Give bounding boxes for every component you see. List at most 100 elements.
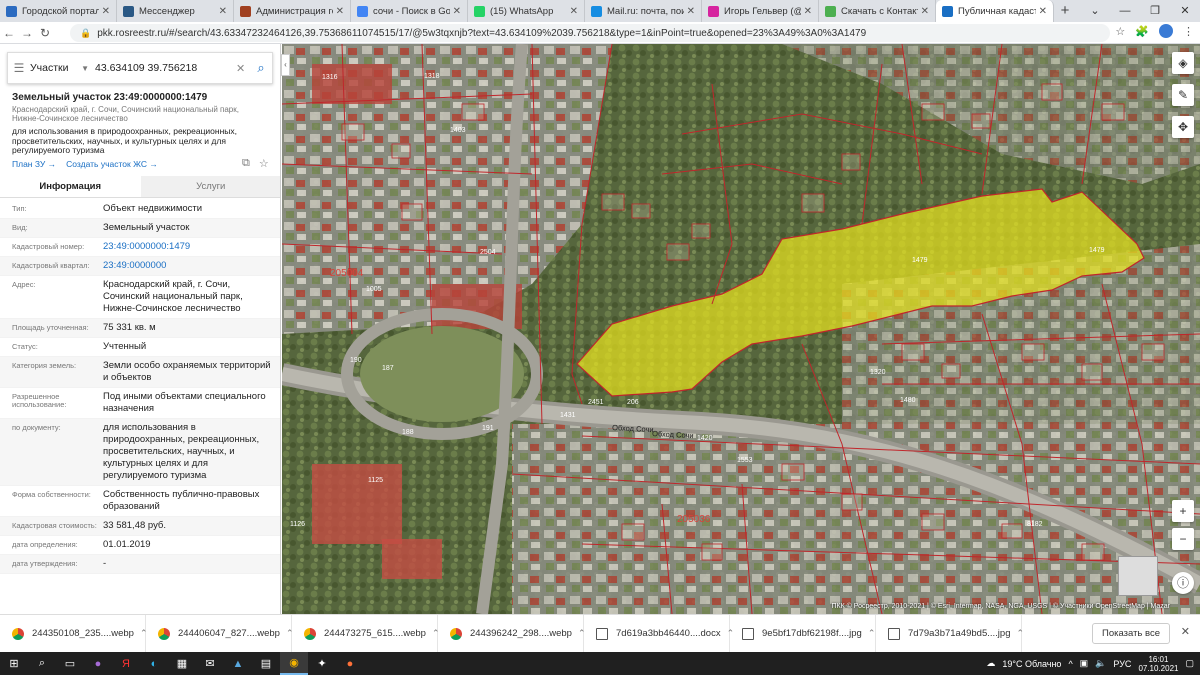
extension-icon[interactable]: 🧩: [1135, 25, 1149, 38]
search-input[interactable]: [95, 62, 236, 74]
clock-date: 07.10.2021: [1138, 663, 1179, 673]
info-row-value: Земли особо охраняемых территорий и объе…: [103, 360, 271, 383]
yandex-icon[interactable]: Я: [112, 652, 140, 675]
browser-tab[interactable]: Публичная кадастр ✕: [936, 0, 1054, 22]
tab-services[interactable]: Услуги: [140, 176, 280, 197]
browser-tab[interactable]: сочи - Поиск в Googl✕: [351, 0, 468, 22]
download-item[interactable]: 7d79a3b71a49bd5....jpg ⌃: [876, 614, 1025, 653]
info-row: Адрес: Краснодарский край, г. Сочи, Сочин…: [0, 276, 280, 319]
info-row-label: Адрес:: [12, 280, 36, 289]
language-indicator[interactable]: РУС: [1113, 659, 1131, 669]
profile-avatar[interactable]: [1159, 24, 1173, 38]
volume-icon[interactable]: 🔈: [1095, 658, 1106, 669]
info-row: Тип: Объект недвижимости: [0, 200, 280, 219]
address-field[interactable]: 🔒 pkk.rosreestr.ru/#/search/43.633472324…: [70, 24, 1110, 42]
instagram-icon: [708, 5, 719, 17]
close-tab-icon[interactable]: ✕: [570, 6, 578, 17]
tab-information[interactable]: Информация: [0, 176, 141, 197]
notepad-icon[interactable]: ▤: [252, 652, 280, 675]
download-item[interactable]: 244473275_615....webp ⌃: [292, 614, 440, 653]
close-tab-icon[interactable]: ✕: [219, 6, 227, 17]
tab-title: Городской портал Со: [22, 5, 99, 17]
tray-arrow-icon[interactable]: ^: [1068, 659, 1072, 669]
close-tab-icon[interactable]: ✕: [687, 6, 695, 17]
task-view-icon[interactable]: ▭: [56, 652, 84, 675]
minimap[interactable]: [1118, 556, 1158, 596]
clear-icon[interactable]: ✕: [236, 62, 250, 75]
info-row-value: Объект недвижимости: [103, 203, 203, 214]
show-all-downloads-button[interactable]: Показать все: [1092, 623, 1170, 644]
info-icon[interactable]: ⓘ: [1172, 572, 1194, 594]
zoom-out-button[interactable]: −: [1172, 528, 1194, 550]
tab-search-icon[interactable]: ⌄: [1080, 0, 1110, 22]
download-item[interactable]: 244406047_827....webp ⌃: [146, 614, 294, 653]
cadastral-map[interactable]: 1479 1479 187 188 190 191 1431 2451 206 …: [282, 44, 1200, 614]
download-item[interactable]: 9e5bf17dbf62198f....jpg ⌃: [730, 614, 876, 653]
plan-link[interactable]: План ЗУ →: [12, 159, 56, 169]
info-row-label: дата утверждения:: [12, 559, 78, 568]
browser-tab[interactable]: Администрация горо✕: [234, 0, 351, 22]
close-tab-icon[interactable]: ✕: [921, 6, 929, 17]
mail-taskbar-icon[interactable]: ✉: [196, 652, 224, 675]
tools-icon[interactable]: ✦: [308, 652, 336, 675]
chevron-up-icon[interactable]: ⌃: [1017, 628, 1025, 639]
lock-icon[interactable]: 🔒: [80, 28, 91, 39]
browser-tab[interactable]: Мессенджер ✕: [117, 0, 234, 22]
info-row: Категория земель: Земли особо охраняемых …: [0, 357, 280, 388]
close-downloads-icon[interactable]: ✕: [1181, 625, 1190, 638]
search-icon[interactable]: ⌕: [250, 60, 272, 76]
location-icon[interactable]: ✥: [1172, 116, 1194, 138]
map-canvas[interactable]: 1479 1479 187 188 190 191 1431 2451 206 …: [282, 44, 1200, 614]
app-icon[interactable]: ●: [84, 652, 112, 675]
info-table: Тип: Объект недвижимости Вид: Земельный уча…: [0, 200, 280, 574]
browser-tab[interactable]: (15) WhatsApp ✕: [468, 0, 585, 22]
tab-title: Скачать с Контакта, К: [841, 5, 918, 17]
download-item[interactable]: 7d619a3bb46440....docx ⌃: [584, 614, 734, 653]
network-icon[interactable]: ▣: [1080, 658, 1089, 669]
clock[interactable]: 16:01 07.10.2021: [1138, 655, 1178, 673]
minimize-icon[interactable]: —: [1110, 0, 1140, 22]
browser-tab[interactable]: Игорь Гельвер (@igo✕: [702, 0, 819, 22]
favorite-star-icon[interactable]: ☆: [259, 157, 269, 170]
chevron-up-icon[interactable]: ⌃: [868, 628, 876, 639]
chrome-file-icon: [304, 627, 316, 640]
new-tab-button[interactable]: +: [1054, 0, 1076, 22]
search-type-select[interactable]: Участки ▼: [30, 62, 95, 74]
store-icon[interactable]: ▦: [168, 652, 196, 675]
close-tab-icon[interactable]: ✕: [453, 6, 461, 17]
photos-icon[interactable]: ▲: [224, 652, 252, 675]
close-window-icon[interactable]: ✕: [1170, 0, 1200, 22]
weather-text[interactable]: 19°C Облачно: [1002, 659, 1061, 669]
menu-icon[interactable]: ☰: [8, 61, 30, 75]
browser-tab[interactable]: Городской портал Со✕: [0, 0, 117, 22]
ruler-icon[interactable]: ✎: [1172, 84, 1194, 106]
reload-icon[interactable]: ↻: [36, 26, 54, 40]
info-row-value[interactable]: 23:49:0000000:1479: [103, 241, 280, 253]
close-tab-icon[interactable]: ✕: [102, 6, 110, 17]
bookmark-star-icon[interactable]: ☆: [1115, 25, 1125, 38]
create-parcel-link[interactable]: Создать участок ЖС →: [66, 159, 158, 169]
info-row-value[interactable]: 23:49:0000000: [103, 260, 280, 272]
zoom-in-button[interactable]: +: [1172, 500, 1194, 522]
download-item[interactable]: 244396242_298....webp ⌃: [438, 614, 586, 653]
notifications-icon[interactable]: ▢: [1185, 658, 1194, 669]
info-row: Кадастровая стоимость: 33 581,48 руб.: [0, 517, 280, 536]
search-taskbar-icon[interactable]: ⌕: [28, 652, 56, 675]
chrome-taskbar-icon[interactable]: ◉: [280, 652, 308, 675]
windows-start-icon[interactable]: ⊞: [0, 652, 28, 675]
layers-icon[interactable]: ◈: [1172, 52, 1194, 74]
close-tab-icon[interactable]: ✕: [336, 6, 344, 17]
download-item[interactable]: 244350108_235....webp ⌃: [0, 614, 148, 653]
close-tab-icon[interactable]: ✕: [1039, 6, 1047, 17]
back-icon[interactable]: ←: [0, 26, 18, 40]
maximize-icon[interactable]: ❐: [1140, 0, 1170, 22]
forward-icon[interactable]: →: [18, 26, 36, 40]
edge-icon[interactable]: ◐: [140, 652, 168, 675]
menu-dots-icon[interactable]: ⋮: [1183, 25, 1194, 38]
browser-tab[interactable]: Скачать с Контакта, К✕: [819, 0, 936, 22]
copy-icon[interactable]: ⧉: [242, 157, 250, 170]
firefox-icon[interactable]: ●: [336, 652, 364, 675]
close-tab-icon[interactable]: ✕: [804, 6, 812, 17]
collapse-panel-button[interactable]: ‹: [281, 54, 290, 76]
browser-tab[interactable]: Mail.ru: почта, поиск✕: [585, 0, 702, 22]
